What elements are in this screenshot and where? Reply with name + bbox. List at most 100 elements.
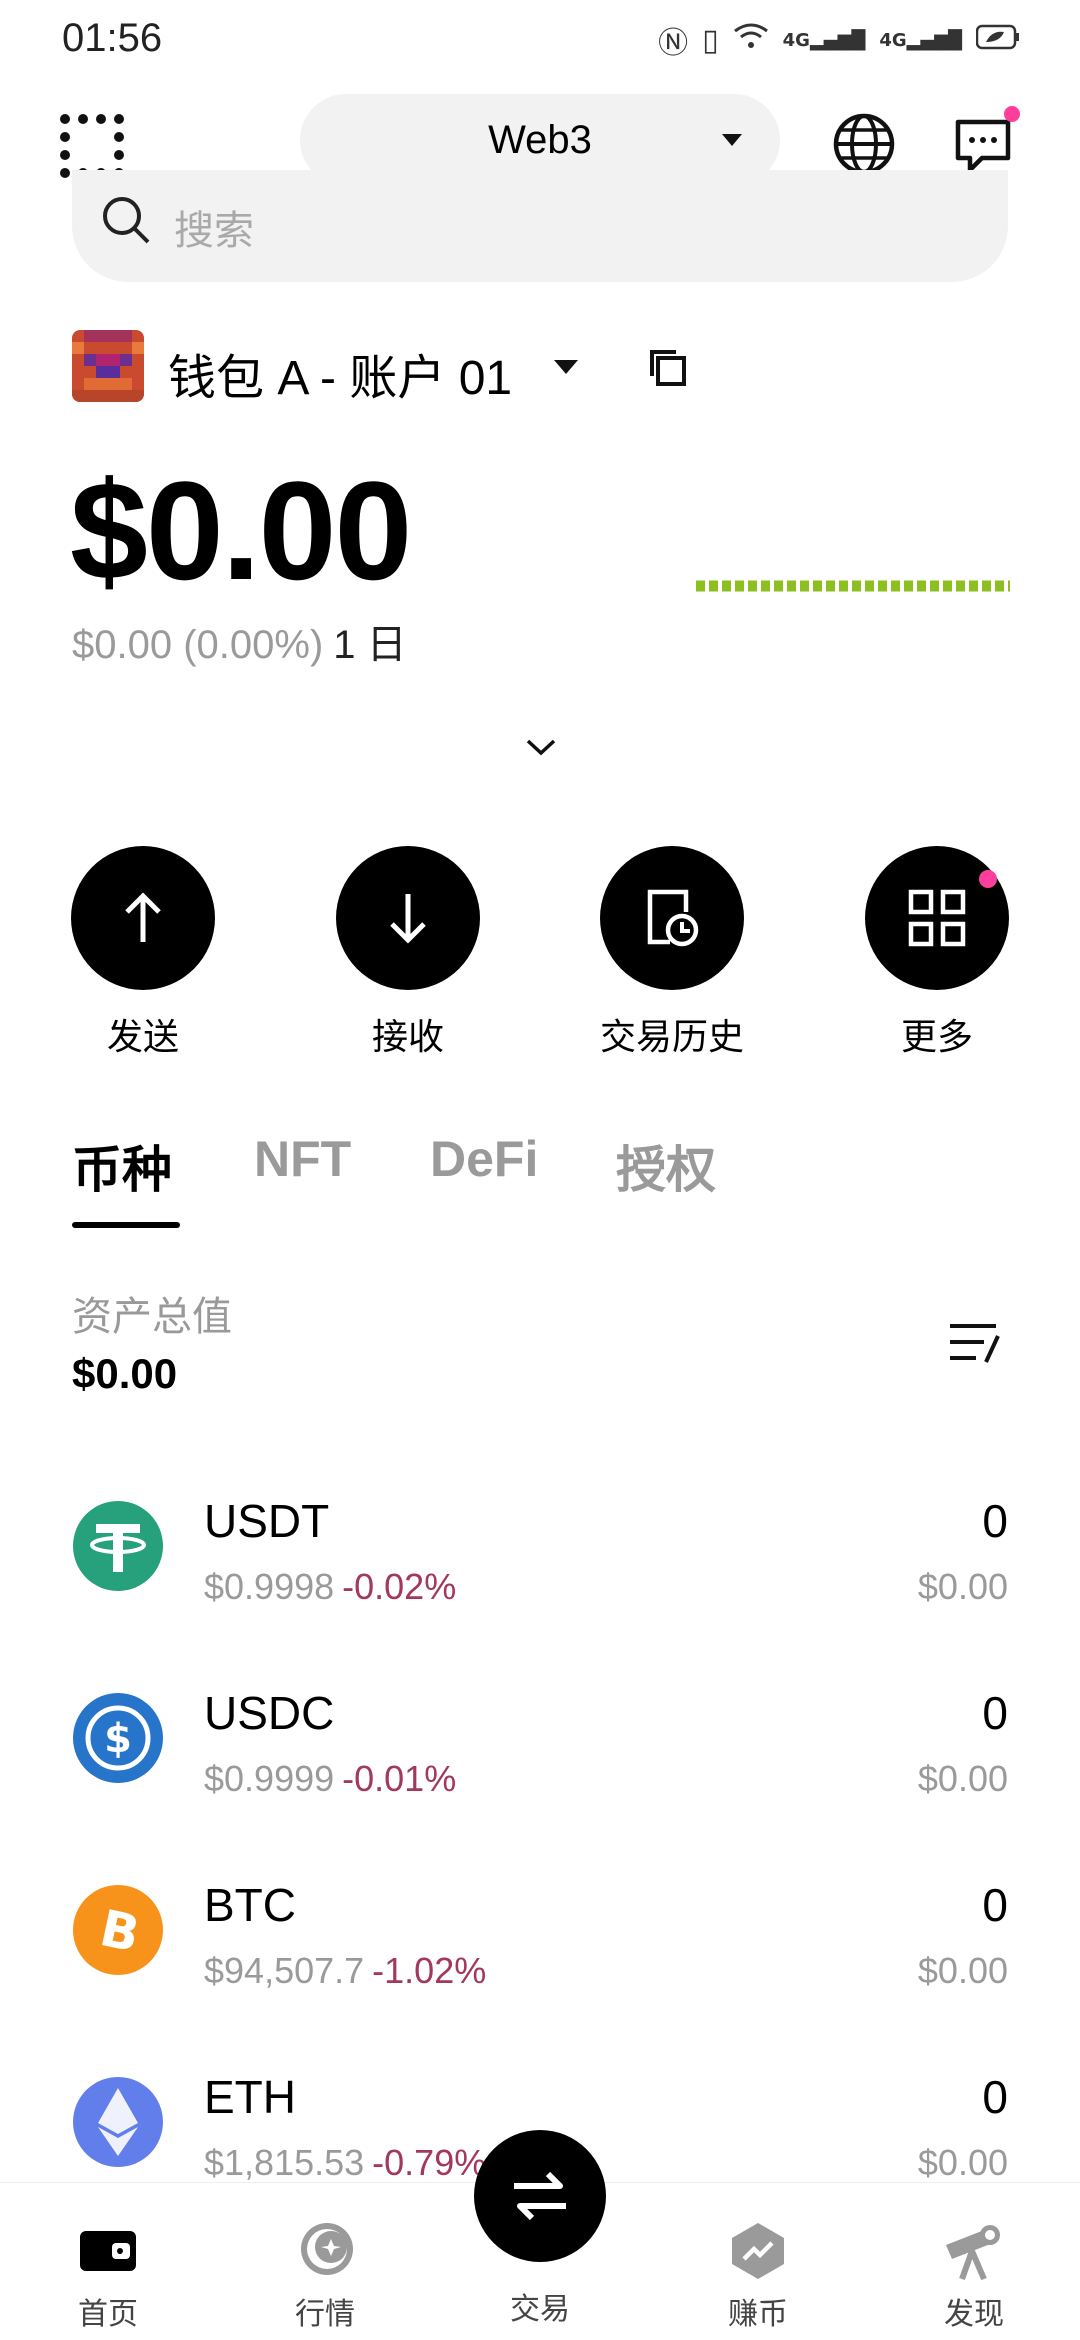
- wallet-icon: [76, 2219, 140, 2283]
- mode-label: Web3: [488, 117, 592, 162]
- history-icon: [647, 889, 699, 947]
- search-placeholder: 搜索: [174, 208, 254, 254]
- send-circle: [71, 846, 215, 990]
- token-value: $0.00: [917, 1758, 1008, 1799]
- nav-home[interactable]: 首页: [28, 2183, 188, 2333]
- more-label: 更多: [900, 1017, 973, 1058]
- copy-icon[interactable]: [648, 348, 688, 388]
- battery-icon: [975, 23, 1020, 58]
- history-circle: [600, 846, 744, 990]
- history-label: 交易历史: [599, 1017, 744, 1058]
- nav-market[interactable]: 行情: [245, 2183, 405, 2333]
- token-price-value: $94,507.7: [204, 1950, 365, 1991]
- token-row-usdc[interactable]: $ USDC $0.9999 -0.01% 0 $0.00: [0, 1686, 1080, 1846]
- nav-market-label: 行情: [295, 2297, 355, 2332]
- arrow-up-icon: [125, 892, 161, 942]
- token-change: -0.02%: [342, 1566, 457, 1607]
- status-icons: Ⓝ ▯ 4G▂▄▆█ 4G▂▄▆█: [658, 18, 1020, 62]
- assets-total-label: 资产总值: [72, 1294, 232, 1340]
- chevron-down-icon: [722, 134, 742, 146]
- period-selector[interactable]: 1 日: [333, 623, 406, 667]
- nav-discover-label: 发现: [944, 2297, 1004, 2332]
- history-button[interactable]: 交易历史: [577, 846, 767, 1060]
- nav-discover[interactable]: 发现: [894, 2183, 1054, 2333]
- discover-icon: [942, 2219, 1006, 2283]
- status-time: 01:56: [62, 16, 163, 60]
- asset-tabs: 币种 NFT DeFi 授权: [72, 1130, 972, 1230]
- nfc-icon: Ⓝ: [658, 26, 689, 61]
- token-row-btc[interactable]: B BTC $94,507.7 -1.02% 0 $0.00: [0, 1878, 1080, 2038]
- send-button[interactable]: 发送: [48, 846, 238, 1060]
- account-selector[interactable]: 钱包 A - 账户 01: [72, 330, 972, 405]
- nav-home-label: 首页: [78, 2297, 138, 2332]
- search-input[interactable]: 搜索: [72, 170, 1008, 282]
- signal-icon: 4G▂▄▆█: [782, 29, 866, 51]
- usdt-icon: [73, 1501, 163, 1591]
- expand-chevron-icon[interactable]: [524, 736, 558, 758]
- receive-circle: [336, 846, 480, 990]
- token-row-usdt[interactable]: USDT $0.9998 -0.02% 0 $0.00: [0, 1494, 1080, 1654]
- wifi-icon: [733, 21, 769, 59]
- vibrate-icon: ▯: [702, 22, 719, 58]
- notification-dot: [1004, 106, 1020, 122]
- more-button[interactable]: 更多: [842, 846, 1032, 1060]
- token-value: $0.00: [917, 2142, 1008, 2183]
- tab-nft[interactable]: NFT: [254, 1130, 351, 1188]
- tab-approvals[interactable]: 授权: [616, 1130, 716, 1202]
- token-price: $1,815.53 -0.79%: [204, 2142, 486, 2184]
- token-symbol: USDC: [204, 1687, 335, 1739]
- receive-button[interactable]: 接收: [313, 846, 503, 1060]
- arrow-down-icon: [390, 894, 426, 944]
- active-tab-indicator: [72, 1222, 180, 1228]
- notification-dot: [979, 870, 997, 888]
- token-change: -0.01%: [342, 1758, 457, 1799]
- token-price-value: $1,815.53: [204, 2142, 365, 2183]
- balance-change-value: $0.00 (0.00%): [72, 623, 324, 667]
- token-symbol: USDT: [204, 1495, 330, 1547]
- eth-icon: [73, 2077, 163, 2167]
- tab-tokens[interactable]: 币种: [72, 1130, 172, 1202]
- send-label: 发送: [106, 1017, 179, 1058]
- nav-earn[interactable]: 赚币: [678, 2183, 838, 2333]
- trade-button[interactable]: [474, 2130, 606, 2262]
- assets-total-value: $0.00: [72, 1350, 178, 1397]
- status-bar: 01:56 Ⓝ ▯ 4G▂▄▆█ 4G▂▄▆█: [0, 0, 1080, 80]
- token-amount: 0: [982, 1687, 1008, 1739]
- token-price: $0.9998 -0.02%: [204, 1566, 456, 1608]
- grid-more-icon: [908, 889, 966, 947]
- chevron-down-icon: [554, 360, 578, 374]
- sort-filter-icon[interactable]: [946, 1318, 1002, 1368]
- balance-change: $0.00 (0.00%) 1 日: [72, 612, 407, 670]
- tab-defi[interactable]: DeFi: [430, 1130, 538, 1188]
- token-price: $0.9999 -0.01%: [204, 1758, 456, 1800]
- quick-actions: 发送 接收 交易历史 更多: [0, 846, 1080, 1066]
- swap-icon: [514, 2171, 566, 2221]
- avatar: [72, 330, 144, 402]
- market-icon: [293, 2219, 357, 2283]
- token-value: $0.00: [917, 1950, 1008, 1991]
- balance-sparkline: [696, 580, 1010, 592]
- token-amount: 0: [982, 1495, 1008, 1547]
- usdc-icon: $: [73, 1693, 163, 1783]
- token-price-value: $0.9999: [204, 1758, 335, 1799]
- token-amount: 0: [982, 1879, 1008, 1931]
- token-change: -1.02%: [372, 1950, 487, 1991]
- token-value: $0.00: [917, 1566, 1008, 1607]
- token-change: -0.79%: [372, 2142, 487, 2183]
- btc-icon: B: [73, 1885, 163, 1975]
- nav-trade-label: 交易: [510, 2292, 570, 2327]
- more-circle: [865, 846, 1009, 990]
- account-name: 钱包 A - 账户 01: [168, 352, 513, 405]
- receive-label: 接收: [371, 1017, 444, 1058]
- signal-icon-2: 4G▂▄▆█: [879, 29, 962, 51]
- token-price-value: $0.9998: [204, 1566, 335, 1607]
- token-symbol: BTC: [204, 1879, 296, 1931]
- search-icon: [103, 197, 150, 244]
- nav-earn-label: 赚币: [728, 2297, 788, 2332]
- token-symbol: ETH: [204, 2071, 296, 2123]
- globe-icon[interactable]: [832, 112, 896, 176]
- total-balance: $0.00: [70, 452, 412, 609]
- message-icon[interactable]: [952, 106, 1020, 176]
- earn-icon: [726, 2219, 790, 2283]
- token-amount: 0: [982, 2071, 1008, 2123]
